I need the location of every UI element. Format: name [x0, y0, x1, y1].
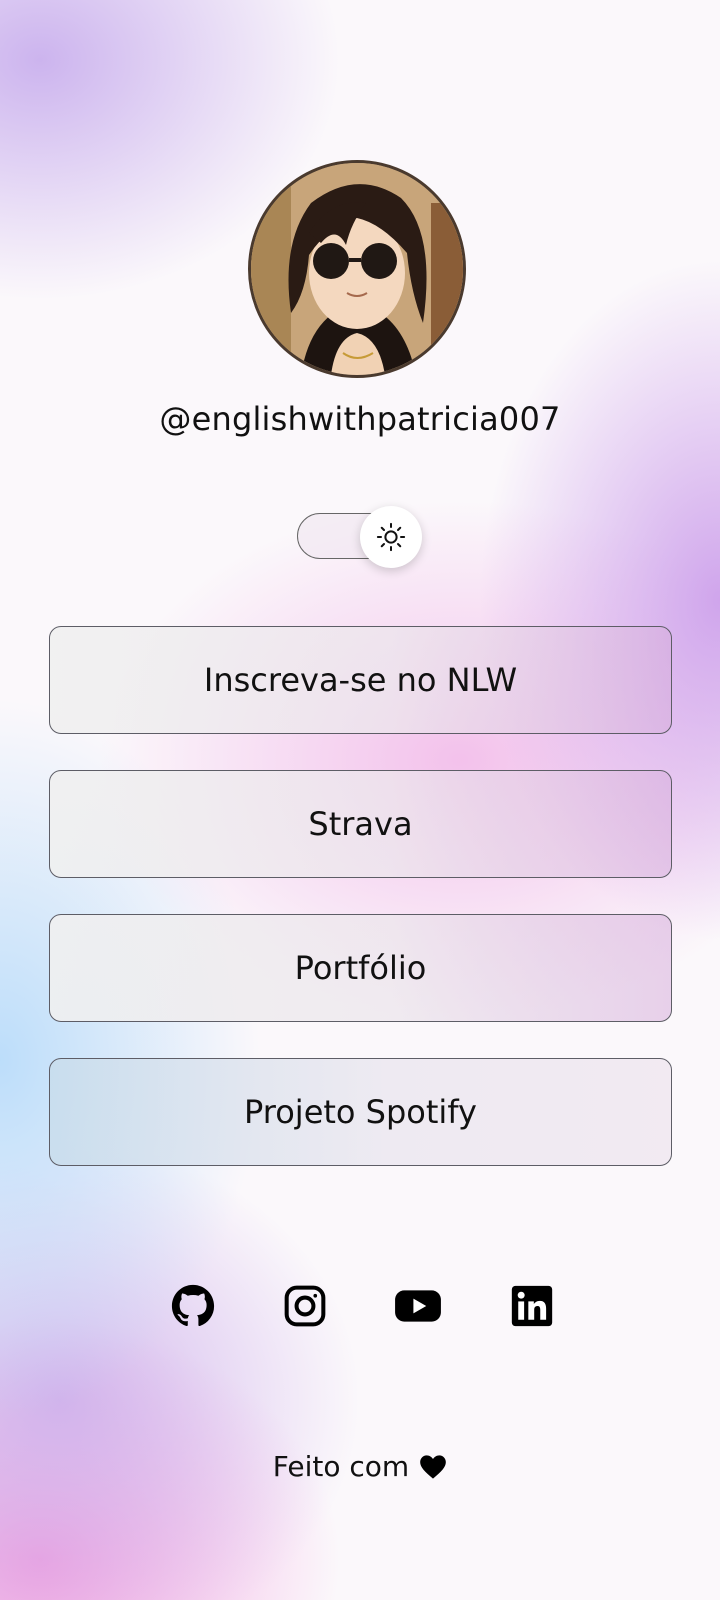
username: @englishwithpatricia007 — [159, 400, 561, 438]
footer-text: Feito com — [272, 1450, 410, 1483]
link-button-spotify[interactable]: Projeto Spotify — [49, 1058, 672, 1166]
link-button-nlw[interactable]: Inscreva-se no NLW — [49, 626, 672, 734]
link-button-portfolio[interactable]: Portfólio — [49, 914, 672, 1022]
github-icon[interactable] — [171, 1284, 215, 1328]
theme-toggle[interactable] — [297, 506, 422, 568]
instagram-icon[interactable] — [283, 1284, 327, 1328]
footer: Feito com — [0, 1450, 720, 1483]
youtube-icon[interactable] — [394, 1284, 441, 1328]
linkedin-icon[interactable] — [510, 1284, 554, 1328]
avatar — [248, 160, 466, 378]
heart-icon — [420, 1454, 447, 1479]
profile-page: @englishwithpatricia007 Inscreva-se no N… — [0, 0, 720, 1600]
link-button-strava[interactable]: Strava — [49, 770, 672, 878]
sun-icon — [376, 522, 406, 552]
toggle-knob[interactable] — [360, 506, 422, 568]
